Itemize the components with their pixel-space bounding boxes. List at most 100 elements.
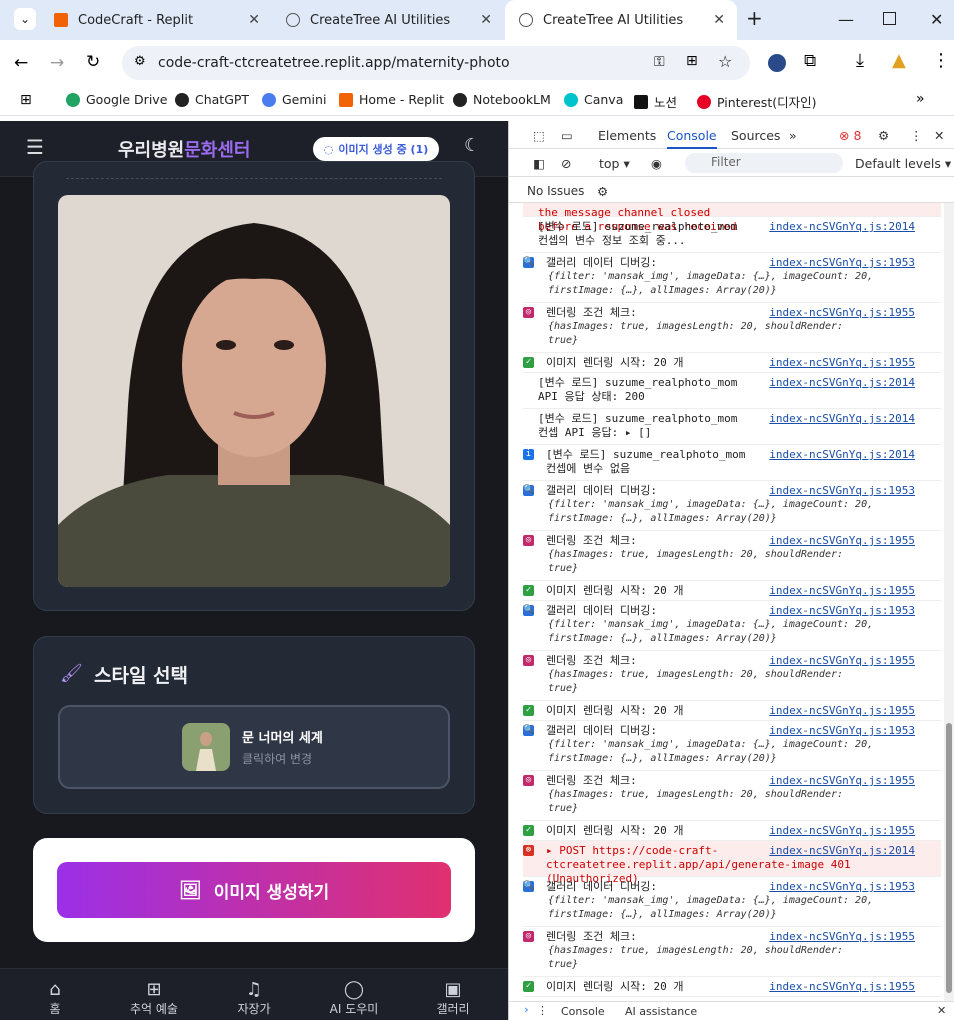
console-row[interactable]: 🔍 갤러리 데이터 디버깅: {filter: 'mansak_img', imag… bbox=[523, 601, 941, 651]
devtools-close-icon[interactable]: ✕ bbox=[934, 128, 944, 143]
source-link[interactable]: index-ncSVGnYq.js:1955 bbox=[769, 930, 915, 944]
source-link[interactable]: index-ncSVGnYq.js:2014 bbox=[769, 844, 915, 858]
console-row[interactable]: ◎ 렌더링 조건 체크: {hasImages: true, imagesLengt… bbox=[523, 531, 941, 581]
nav-home[interactable]: ⌂ 홈 bbox=[15, 979, 95, 1017]
close-tab-icon[interactable]: ✕ bbox=[480, 12, 492, 28]
translate-icon[interactable]: ⊞ bbox=[686, 53, 698, 69]
url-text[interactable]: code-craft-ctcreatetree.replit.app/mater… bbox=[158, 55, 510, 71]
source-link[interactable]: index-ncSVGnYq.js:1955 bbox=[769, 306, 915, 320]
nav-memory-art[interactable]: ⊞ 추억 예술 bbox=[114, 979, 194, 1017]
sidebar-toggle-icon[interactable]: ◧ bbox=[533, 156, 545, 171]
console-row[interactable]: ✓ 이미지 렌더링 시작: 20 개 index-ncSVGnYq.js:1955 bbox=[523, 701, 941, 721]
devtools-menu-icon[interactable]: ⋮ bbox=[910, 128, 923, 143]
tab-sources[interactable]: Sources bbox=[731, 128, 780, 143]
drawer-menu-icon[interactable]: ⋮ bbox=[537, 1004, 548, 1017]
tab-search-button[interactable]: ⌄ bbox=[14, 8, 36, 30]
source-link[interactable]: index-ncSVGnYq.js:2014 bbox=[769, 376, 915, 390]
source-link[interactable]: index-ncSVGnYq.js:1953 bbox=[769, 256, 915, 270]
console-row[interactable]: ✓ 이미지 렌더링 시작: 20 개 index-ncSVGnYq.js:1955 bbox=[523, 821, 941, 841]
console-object[interactable]: {filter: 'mansak_img', imageData: {…}, i… bbox=[538, 618, 878, 646]
console-object[interactable]: {filter: 'mansak_img', imageData: {…}, i… bbox=[538, 498, 878, 526]
error-count-badge[interactable]: ⊗ 8 bbox=[839, 128, 861, 143]
console-object[interactable]: {hasImages: true, imagesLength: 20, shou… bbox=[538, 668, 878, 696]
console-row[interactable]: ◎ 렌더링 조건 체크: {hasImages: true, imagesLengt… bbox=[523, 303, 941, 353]
console-object[interactable]: {hasImages: true, imagesLength: 20, shou… bbox=[538, 788, 878, 816]
console-row[interactable]: ✓ 이미지 렌더링 시작: 20 개 index-ncSVGnYq.js:1955 bbox=[523, 977, 941, 997]
menu-kebab-icon[interactable]: ⋮ bbox=[932, 50, 950, 71]
console-object[interactable]: {hasImages: true, imagesLength: 20, shou… bbox=[538, 944, 878, 972]
tab-createtree-1[interactable]: CreateTree AI Utilities ✕ bbox=[272, 0, 504, 40]
bookmark-chatgpt[interactable]: ChatGPT bbox=[175, 92, 249, 107]
source-link[interactable]: index-ncSVGnYq.js:1953 bbox=[769, 484, 915, 498]
address-bar[interactable]: ⚙ code-craft-ctcreatetree.replit.app/mat… bbox=[122, 46, 750, 80]
console-row[interactable]: the message channel closed before a resp… bbox=[523, 203, 941, 233]
nav-gallery[interactable]: ▣ 갤러리 bbox=[413, 979, 493, 1017]
device-toggle-icon[interactable]: ▭ bbox=[561, 128, 573, 143]
clear-console-icon[interactable]: ⊘ bbox=[561, 156, 571, 171]
apps-grid-icon[interactable]: ⊞ bbox=[20, 92, 32, 108]
console-row[interactable]: ✓ 이미지 렌더링 시작: 20 개 index-ncSVGnYq.js:1955 bbox=[523, 353, 941, 373]
console-row[interactable]: 🔍 갤러리 데이터 디버깅: {filter: 'mansak_img', imag… bbox=[523, 721, 941, 771]
extensions-puzzle-icon[interactable]: ⧉ bbox=[804, 51, 816, 71]
more-bookmarks-icon[interactable]: » bbox=[916, 91, 925, 107]
console-object[interactable]: {filter: 'mansak_img', imageData: {…}, i… bbox=[538, 738, 878, 766]
console-row[interactable]: i [변수 로드] suzume_realphoto_mom 컨셉에 변수 없음 i… bbox=[523, 445, 941, 481]
source-link[interactable]: index-ncSVGnYq.js:1953 bbox=[769, 724, 915, 738]
source-link[interactable]: index-ncSVGnYq.js:2014 bbox=[769, 412, 915, 426]
generated-portrait-image[interactable] bbox=[58, 195, 450, 587]
tab-createtree-2[interactable]: CreateTree AI Utilities ✕ bbox=[505, 0, 737, 40]
tab-console[interactable]: Console bbox=[667, 128, 717, 149]
filter-input[interactable]: Filter bbox=[685, 153, 843, 173]
context-select[interactable]: top ▾ bbox=[599, 156, 630, 171]
source-link[interactable]: index-ncSVGnYq.js:2014 bbox=[769, 220, 915, 234]
site-info-icon[interactable]: ⚙ bbox=[134, 54, 146, 69]
source-link[interactable]: index-ncSVGnYq.js:1953 bbox=[769, 604, 915, 618]
inspect-icon[interactable]: ⬚ bbox=[533, 128, 545, 143]
close-tab-icon[interactable]: ✕ bbox=[713, 12, 725, 28]
bookmark-notebooklm[interactable]: NotebookLM bbox=[453, 92, 551, 107]
bookmark-gemini[interactable]: Gemini bbox=[262, 92, 326, 107]
console-row[interactable]: [변수 로드] suzume_realphoto_mom API 응답 상태: … bbox=[523, 373, 941, 409]
nav-ai-helper[interactable]: ◯ AI 도우미 bbox=[314, 979, 394, 1017]
generating-status-badge[interactable]: ◌ 이미지 생성 중 (1) bbox=[313, 137, 439, 161]
hamburger-menu-icon[interactable]: ☰ bbox=[26, 135, 44, 159]
maximize-button[interactable] bbox=[883, 12, 896, 25]
issues-count[interactable]: No Issues bbox=[527, 184, 584, 198]
console-row[interactable]: 🔍 갤러리 데이터 디버깅: {filter: 'mansak_img', imag… bbox=[523, 481, 941, 531]
bookmark-pinterest[interactable]: Pinterest(디자인) bbox=[697, 92, 816, 111]
source-link[interactable]: index-ncSVGnYq.js:1955 bbox=[769, 654, 915, 668]
source-link[interactable]: index-ncSVGnYq.js:1953 bbox=[769, 880, 915, 894]
drawer-tab-console[interactable]: Console bbox=[561, 1005, 605, 1018]
bookmark-canva[interactable]: Canva bbox=[564, 92, 623, 107]
console-row[interactable]: ✓ 이미지 렌더링 시작: 20 개 index-ncSVGnYq.js:1955 bbox=[523, 581, 941, 601]
profile-icon[interactable]: ▲ bbox=[892, 50, 906, 71]
bookmark-notion[interactable]: 노션 bbox=[634, 92, 677, 111]
tab-codecraft[interactable]: CodeCraft - Replit ✕ bbox=[40, 0, 272, 40]
forward-icon[interactable]: → bbox=[50, 53, 64, 73]
brand-logo[interactable]: 우리병원문화센터 bbox=[118, 136, 251, 162]
bookmark-google-drive[interactable]: Google Drive bbox=[66, 92, 167, 107]
tab-elements[interactable]: Elements bbox=[598, 128, 656, 143]
close-tab-icon[interactable]: ✕ bbox=[248, 12, 260, 28]
console-row[interactable]: ◎ 렌더링 조건 체크: {hasImages: true, imagesLengt… bbox=[523, 927, 941, 977]
console-row[interactable]: ◎ 렌더링 조건 체크: {hasImages: true, imagesLengt… bbox=[523, 771, 941, 821]
more-tabs-icon[interactable]: » bbox=[789, 128, 797, 143]
source-link[interactable]: index-ncSVGnYq.js:1955 bbox=[769, 356, 915, 370]
bookmark-replit[interactable]: Home - Replit bbox=[339, 92, 444, 107]
extension-icon[interactable] bbox=[768, 54, 786, 72]
console-row[interactable]: ◎ 렌더링 조건 체크: {hasImages: true, imagesLengt… bbox=[523, 651, 941, 701]
bookmark-star-icon[interactable]: ☆ bbox=[718, 52, 732, 71]
source-link[interactable]: index-ncSVGnYq.js:1955 bbox=[769, 534, 915, 548]
console-row[interactable]: [변수 로드] suzume_realphoto_mom 컨셉의 변수 정보 조… bbox=[523, 217, 941, 253]
back-icon[interactable]: ← bbox=[14, 53, 28, 73]
console-row[interactable]: 🔍 갤러리 데이터 디버깅: {filter: 'mansak_img', imag… bbox=[523, 877, 941, 927]
style-selector-button[interactable]: 문 너머의 세계 클릭하여 변경 bbox=[58, 705, 450, 789]
source-link[interactable]: index-ncSVGnYq.js:1955 bbox=[769, 774, 915, 788]
console-object[interactable]: {filter: 'mansak_img', imageData: {…}, i… bbox=[538, 270, 878, 298]
source-link[interactable]: index-ncSVGnYq.js:1955 bbox=[769, 704, 915, 718]
drawer-close-icon[interactable]: ✕ bbox=[937, 1004, 946, 1017]
source-link[interactable]: index-ncSVGnYq.js:1955 bbox=[769, 980, 915, 994]
console-settings-icon[interactable]: ⚙ bbox=[597, 184, 608, 199]
minimize-button[interactable]: — bbox=[838, 10, 854, 29]
dark-mode-moon-icon[interactable]: ☾ bbox=[464, 135, 480, 156]
